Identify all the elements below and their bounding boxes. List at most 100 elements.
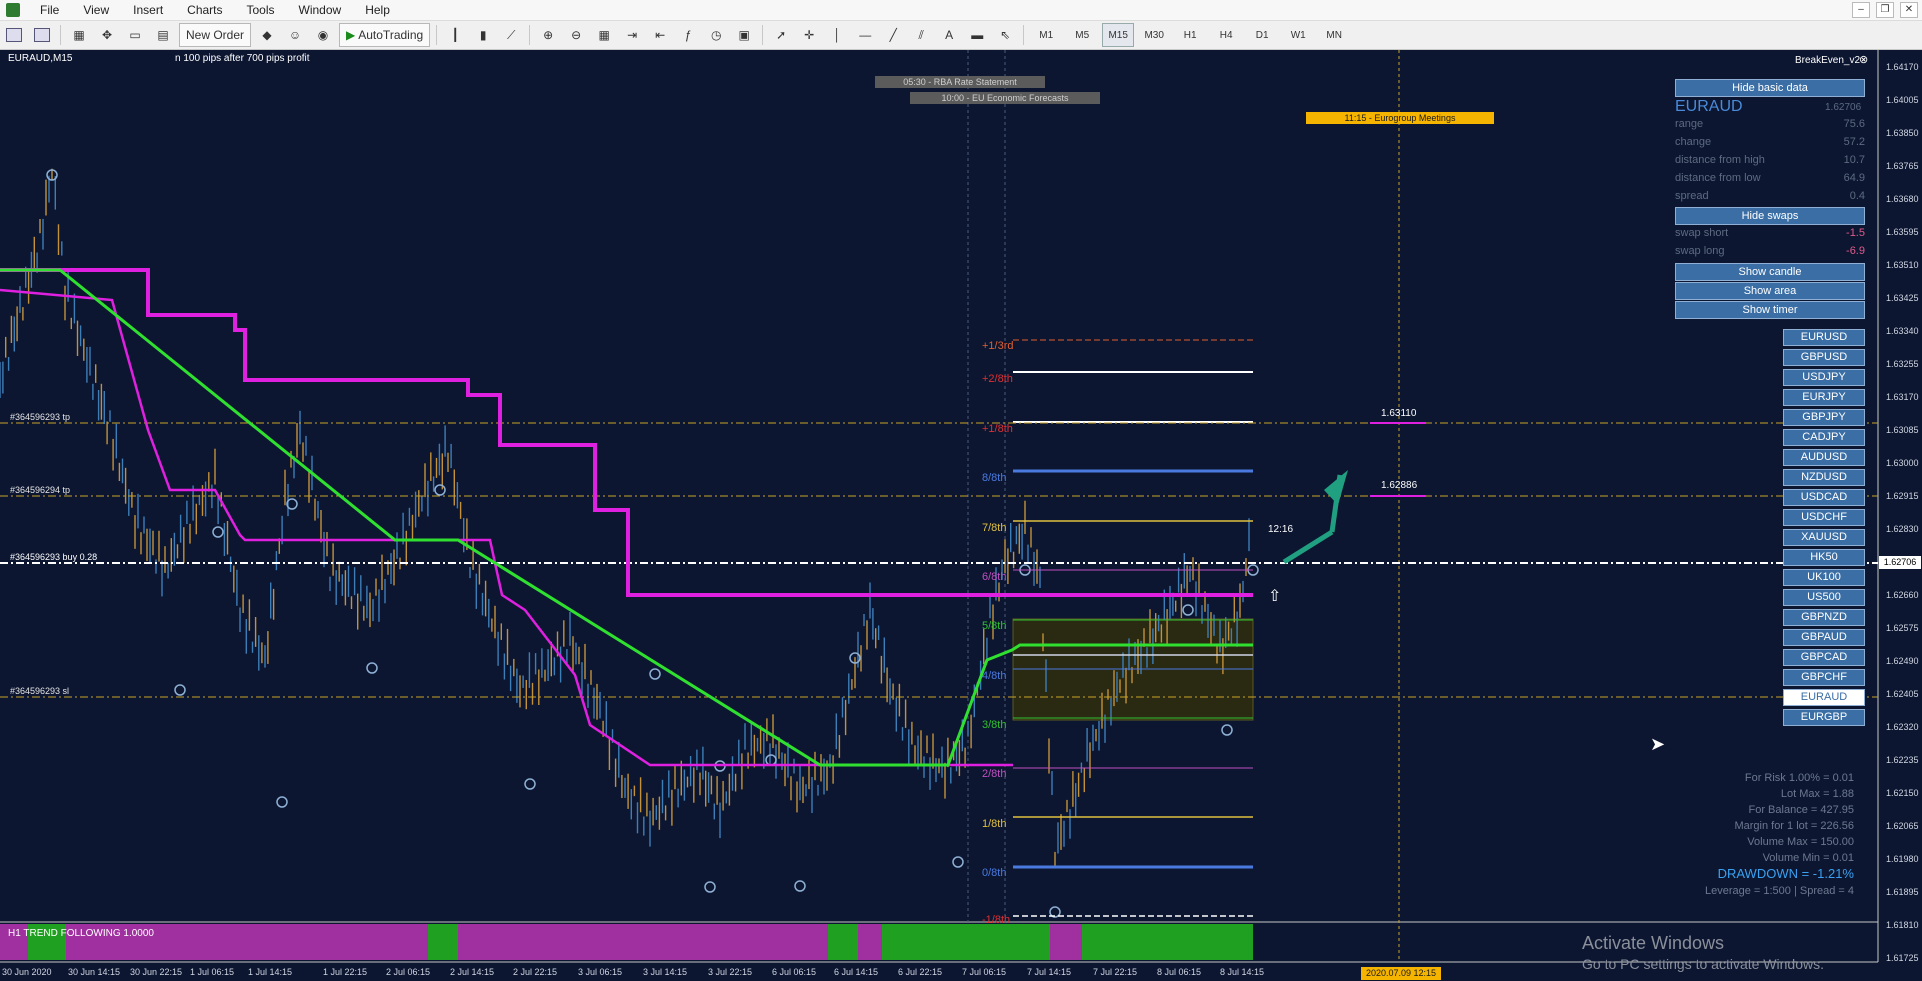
symbol-button-gbpusd[interactable]: GBPUSD	[1783, 349, 1865, 366]
zoom-in-icon[interactable]: ⊕	[536, 23, 560, 47]
timeframe-m30[interactable]: M30	[1138, 23, 1170, 47]
time-tick: 3 Jul 06:15	[578, 967, 623, 977]
symbol-button-gbpchf[interactable]: GBPCHF	[1783, 669, 1865, 686]
menu-file[interactable]: File	[28, 0, 71, 20]
murrey-label: 0/8th	[982, 867, 1007, 879]
symbol-button-cadjpy[interactable]: CADJPY	[1783, 429, 1865, 446]
symbol-button-gbpaud[interactable]: GBPAUD	[1783, 629, 1865, 646]
menu-window[interactable]: Window	[287, 0, 354, 20]
price-chart[interactable]	[0, 50, 1922, 981]
metaeditor-icon[interactable]: ◆	[255, 23, 279, 47]
symbol-button-gbpjpy[interactable]: GBPJPY	[1783, 409, 1865, 426]
horizontal-line-icon[interactable]: —	[853, 23, 877, 47]
timeframe-m5[interactable]: M5	[1066, 23, 1098, 47]
time-tick: 2 Jul 14:15	[450, 967, 495, 977]
menu-insert[interactable]: Insert	[121, 0, 175, 20]
chart-window[interactable]: EURAUD,M15 n 100 pips after 700 pips pro…	[0, 50, 1922, 981]
menu-tools[interactable]: Tools	[235, 0, 287, 20]
price-tick: 1.62660	[1886, 590, 1919, 600]
navigator-icon[interactable]: ✥	[95, 23, 119, 47]
hide-swaps-button[interactable]: Hide swaps	[1675, 207, 1865, 225]
history-icon[interactable]: ◉	[311, 23, 335, 47]
symbol-button-us500[interactable]: US500	[1783, 589, 1865, 606]
hide-basic-data-button[interactable]: Hide basic data	[1675, 79, 1865, 97]
market-watch-icon[interactable]: ▦	[67, 23, 91, 47]
symbol-button-eurjpy[interactable]: EURJPY	[1783, 389, 1865, 406]
price-tick: 1.61895	[1886, 887, 1919, 897]
text-icon[interactable]: A	[937, 23, 961, 47]
symbol-button-uk100[interactable]: UK100	[1783, 569, 1865, 586]
menu-charts[interactable]: Charts	[175, 0, 234, 20]
news-label: 05:30 - RBA Rate Statement	[875, 76, 1045, 88]
info-row-swap-short: swap short -1.5	[1675, 227, 1865, 239]
trend-bar	[828, 924, 858, 960]
symbol-button-gbpnzd[interactable]: GBPNZD	[1783, 609, 1865, 626]
chart-shift-icon[interactable]: ⇤	[648, 23, 672, 47]
show-candle-button[interactable]: Show candle	[1675, 263, 1865, 281]
profiles-icon[interactable]	[30, 23, 54, 47]
menu-view[interactable]: View	[71, 0, 121, 20]
symbol-button-audusd[interactable]: AUDUSD	[1783, 449, 1865, 466]
indicators-icon[interactable]: ƒ	[676, 23, 700, 47]
options-icon[interactable]: ☺	[283, 23, 307, 47]
price-tick: 1.62575	[1886, 623, 1919, 633]
arrows-icon[interactable]: ⇖	[993, 23, 1017, 47]
zoom-out-icon[interactable]: ⊖	[564, 23, 588, 47]
timeframe-m15[interactable]: M15	[1102, 23, 1135, 47]
symbol-button-xauusd[interactable]: XAUUSD	[1783, 529, 1865, 546]
symbol-button-eurgbp[interactable]: EURGBP	[1783, 709, 1865, 726]
symbol-button-usdcad[interactable]: USDCAD	[1783, 489, 1865, 506]
indicator-close-icon[interactable]: ⊗	[1859, 53, 1868, 66]
candlestick-icon[interactable]: ▮	[471, 23, 495, 47]
symbol-button-hk50[interactable]: HK50	[1783, 549, 1865, 566]
show-area-button[interactable]: Show area	[1675, 282, 1865, 300]
autoscroll-icon[interactable]: ⇥	[620, 23, 644, 47]
price-tick: 1.62490	[1886, 656, 1919, 666]
menu-help[interactable]: Help	[353, 0, 402, 20]
tester-icon[interactable]: ▤	[151, 23, 175, 47]
crosshair-icon[interactable]: ✛	[797, 23, 821, 47]
chart-comment: n 100 pips after 700 pips profit	[175, 53, 310, 64]
timeframe-m1[interactable]: M1	[1030, 23, 1062, 47]
bar-chart-icon[interactable]: ┃	[443, 23, 467, 47]
panel-symbol-price: 1.62706	[1825, 102, 1862, 113]
time-tick: 7 Jul 14:15	[1027, 967, 1072, 977]
period-icon[interactable]: ◷	[704, 23, 728, 47]
autotrading-button[interactable]: ▶ AutoTrading	[339, 23, 431, 47]
symbol-button-usdchf[interactable]: USDCHF	[1783, 509, 1865, 526]
label-icon[interactable]: ▬	[965, 23, 989, 47]
templates-icon[interactable]: ▣	[732, 23, 756, 47]
price-tick: 1.61980	[1886, 854, 1919, 864]
restore-icon[interactable]: ❐	[1876, 2, 1894, 18]
cursor-icon[interactable]: ➚	[769, 23, 793, 47]
close-icon[interactable]: ✕	[1900, 2, 1918, 18]
vertical-line-icon[interactable]: │	[825, 23, 849, 47]
channel-icon[interactable]: ⫽	[909, 23, 933, 47]
trend-histogram	[0, 924, 1253, 960]
minimize-icon[interactable]: –	[1852, 2, 1870, 18]
murrey-label: 6/8th	[982, 571, 1007, 583]
timeframe-mn[interactable]: MN	[1318, 23, 1350, 47]
trendline-icon[interactable]: ╱	[881, 23, 905, 47]
new-chart-icon[interactable]	[2, 23, 26, 47]
volume-min-info: Volume Min = 0.01	[1762, 852, 1854, 864]
timeframe-w1[interactable]: W1	[1282, 23, 1314, 47]
time-tick: 2 Jul 06:15	[386, 967, 431, 977]
timeframe-d1[interactable]: D1	[1246, 23, 1278, 47]
tile-windows-icon[interactable]: ▦	[592, 23, 616, 47]
terminal-icon[interactable]: ▭	[123, 23, 147, 47]
murrey-label: 3/8th	[982, 719, 1007, 731]
new-order-button[interactable]: New Order	[179, 23, 252, 47]
price-tick: 1.61725	[1886, 953, 1919, 963]
line-chart-icon[interactable]: ⟋	[499, 23, 523, 47]
symbol-button-gbpcad[interactable]: GBPCAD	[1783, 649, 1865, 666]
symbol-button-nzdusd[interactable]: NZDUSD	[1783, 469, 1865, 486]
timeframe-h4[interactable]: H4	[1210, 23, 1242, 47]
symbol-button-eurusd[interactable]: EURUSD	[1783, 329, 1865, 346]
symbol-button-usdjpy[interactable]: USDJPY	[1783, 369, 1865, 386]
symbol-button-euraud[interactable]: EURAUD	[1783, 689, 1865, 706]
swing-point-marker	[524, 778, 536, 790]
show-timer-button[interactable]: Show timer	[1675, 301, 1865, 319]
current-price-box: 1.62706	[1879, 556, 1921, 569]
timeframe-h1[interactable]: H1	[1174, 23, 1206, 47]
